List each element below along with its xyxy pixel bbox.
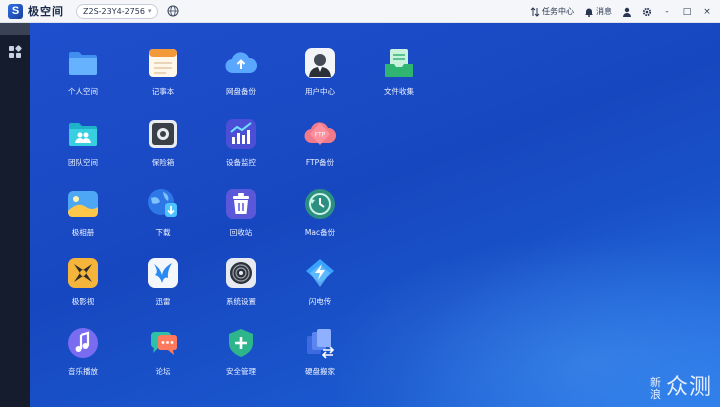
app-xunlei[interactable]: 迅雷 — [123, 256, 203, 307]
app-recycle-bin[interactable]: 回收站 — [201, 187, 281, 238]
monitor-chart-icon — [224, 117, 258, 151]
app-label: 保险箱 — [151, 158, 175, 167]
app-label: 硬盘搬家 — [305, 367, 335, 376]
close-button[interactable]: × — [702, 7, 712, 17]
globe-icon[interactable] — [167, 5, 179, 17]
app-label: Mac备份 — [304, 228, 336, 237]
app-label: 文件收集 — [384, 87, 414, 96]
time-machine-icon — [303, 187, 337, 221]
app-file-collect[interactable]: 文件收集 — [359, 46, 439, 97]
watermark-small: 新浪 — [649, 376, 661, 401]
app-label: 闪电传 — [308, 297, 332, 306]
brand-name: 极空间 — [28, 5, 64, 18]
cloud-upload-icon — [224, 46, 258, 80]
app-label: 设备监控 — [226, 158, 256, 167]
chevron-down-icon: ▾ — [147, 7, 152, 15]
maximize-button[interactable]: □ — [682, 7, 692, 17]
app-label: 极相册 — [71, 228, 95, 237]
app-notepad[interactable]: 记事本 — [123, 46, 203, 97]
app-music[interactable]: 音乐播放 — [43, 326, 123, 377]
app-device-monitor[interactable]: 设备监控 — [201, 117, 281, 168]
bell-icon — [585, 8, 593, 17]
app-label: 回收站 — [229, 228, 253, 237]
app-cloud-backup[interactable]: 网盘备份 — [201, 46, 281, 97]
app-disk-move[interactable]: 硬盘搬家 — [280, 326, 360, 377]
app-photos[interactable]: 极相册 — [43, 187, 123, 238]
app-download[interactable]: 下载 — [123, 187, 203, 238]
task-arrows-icon — [530, 6, 540, 17]
ftp-cloud-icon: FTP — [303, 117, 337, 151]
app-user-center[interactable]: 用户中心 — [280, 46, 360, 97]
app-flash-transfer[interactable]: 闪电传 — [280, 256, 360, 307]
svg-text:FTP: FTP — [315, 132, 326, 139]
app-label: 团队空间 — [68, 158, 98, 167]
settings-dial-icon — [224, 256, 258, 290]
app-team-space[interactable]: 团队空间 — [43, 117, 123, 168]
minimize-button[interactable]: - — [662, 7, 672, 17]
watermark: 新浪 众测 — [650, 369, 712, 401]
app-label: 个人空间 — [68, 87, 98, 96]
team-folder-icon — [66, 117, 100, 151]
app-safe[interactable]: 保险箱 — [123, 117, 203, 168]
download-globe-icon — [146, 187, 180, 221]
device-id: Z2S-23Y4-2756 — [83, 6, 145, 16]
user-icon[interactable] — [622, 7, 632, 17]
app-label: 系统设置 — [226, 297, 256, 306]
brand-mark-icon: S — [8, 3, 23, 19]
app-mac-backup[interactable]: Mac备份 — [280, 187, 360, 238]
watermark-big: 众测 — [665, 375, 712, 400]
app-label: 下载 — [155, 228, 171, 237]
messages-label: 消息 — [596, 7, 612, 16]
music-icon — [66, 326, 100, 360]
shield-plus-icon — [224, 326, 258, 360]
app-video[interactable]: 极影视 — [43, 256, 123, 307]
messages-button[interactable]: 消息 — [584, 6, 612, 17]
top-right-controls: 任务中心 消息 - □ × — [530, 0, 712, 23]
app-ftp-backup[interactable]: FTP FTP备份 — [280, 117, 360, 168]
app-label: 记事本 — [151, 87, 175, 96]
desktop: 个人空间 记事本 网盘备份 用户中心 文件收集 团队空间 保险箱 设备监控 FT… — [30, 23, 720, 407]
disk-move-icon — [303, 326, 337, 360]
app-personal-space[interactable]: 个人空间 — [43, 46, 123, 97]
app-label: 迅雷 — [155, 297, 171, 306]
video-icon — [66, 256, 100, 290]
app-label: 极影视 — [71, 297, 95, 306]
xunlei-icon — [146, 256, 180, 290]
task-center-label: 任务中心 — [542, 7, 574, 16]
app-label: 用户中心 — [305, 87, 335, 96]
app-forum[interactable]: 论坛 — [123, 326, 203, 377]
task-center-button[interactable]: 任务中心 — [530, 6, 574, 17]
app-label: FTP备份 — [305, 158, 335, 167]
app-label: 安全管理 — [226, 367, 256, 376]
app-label: 论坛 — [155, 367, 171, 376]
app-label: 网盘备份 — [226, 87, 256, 96]
app-grid-icon[interactable] — [8, 45, 22, 59]
app-security[interactable]: 安全管理 — [201, 326, 281, 377]
safe-icon — [146, 117, 180, 151]
brand-logo: S 极空间 — [8, 3, 64, 19]
top-bar: S 极空间 Z2S-23Y4-2756 ▾ 任务中心 消息 - □ × — [0, 0, 720, 23]
lightning-transfer-icon — [303, 256, 337, 290]
photo-icon — [66, 187, 100, 221]
notepad-icon — [146, 46, 180, 80]
folder-icon — [66, 46, 100, 80]
device-selector[interactable]: Z2S-23Y4-2756 ▾ — [76, 3, 159, 19]
forum-chat-icon — [146, 326, 180, 360]
app-label: 音乐播放 — [68, 367, 98, 376]
file-collect-icon — [382, 46, 416, 80]
rail-header — [0, 23, 30, 35]
left-rail — [0, 23, 30, 407]
gear-icon[interactable] — [642, 7, 652, 17]
trash-icon — [224, 187, 258, 221]
user-avatar-icon — [303, 46, 337, 80]
app-system-settings[interactable]: 系统设置 — [201, 256, 281, 307]
